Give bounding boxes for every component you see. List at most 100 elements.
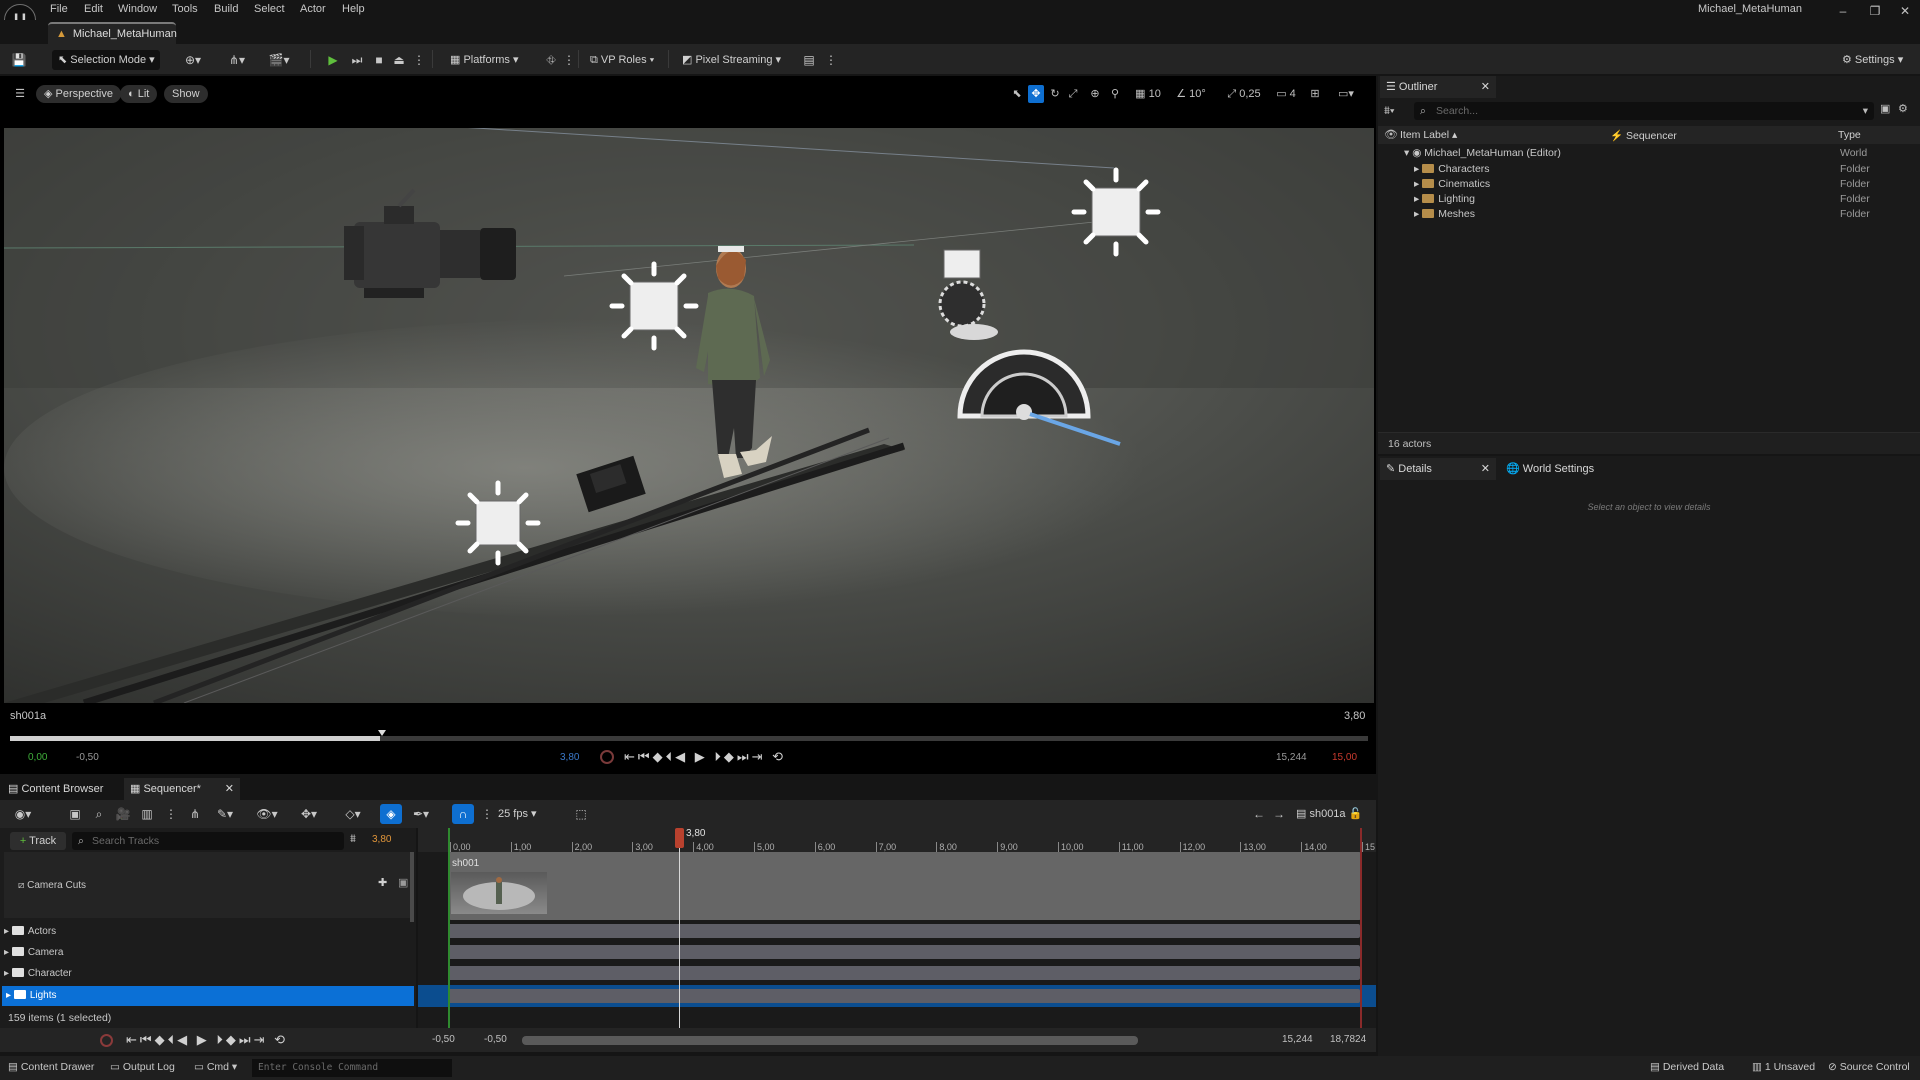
col-sequencer[interactable]: ⚡ Sequencer: [1610, 129, 1677, 142]
time-ruler[interactable]: [418, 828, 1376, 852]
key-icon[interactable]: ◆: [653, 749, 666, 764]
play-forward-icon[interactable]: ▶: [197, 1032, 210, 1047]
cmd-dropdown[interactable]: ▭ Cmd ▾: [194, 1061, 237, 1073]
track-actors[interactable]: ▸ Actors: [4, 922, 412, 942]
details-tab[interactable]: ✎ Details ✕: [1380, 458, 1496, 480]
world-settings-tab[interactable]: 🌐 World Settings: [1502, 458, 1594, 480]
go-end-icon[interactable]: ⏭: [737, 749, 752, 764]
character-bar[interactable]: [448, 966, 1360, 980]
scale-snap-button[interactable]: ⤢ 0,25: [1222, 85, 1266, 103]
lights-bar[interactable]: [448, 989, 1360, 1003]
outliner-row-world[interactable]: ▾ ◉ Michael_MetaHuman (Editor) World: [1378, 146, 1920, 161]
range-start[interactable]: -0,50: [432, 1034, 455, 1045]
track-scrollbar[interactable]: [410, 852, 414, 922]
outliner-row-meshes[interactable]: ▸ Meshes Folder: [1378, 207, 1920, 222]
outliner-row-lighting[interactable]: ▸ Lighting Folder: [1378, 192, 1920, 207]
range-end[interactable]: 18,7824: [1330, 1034, 1366, 1045]
menu-select[interactable]: Select: [254, 0, 285, 18]
step-forward-icon[interactable]: ⏵: [216, 1032, 226, 1047]
output-log-button[interactable]: ▭ Output Log: [110, 1061, 175, 1073]
playback-options-icon[interactable]: ✥▾: [298, 804, 320, 824]
key-icon[interactable]: ◆: [155, 1032, 168, 1047]
play-icon[interactable]: ▶: [322, 50, 344, 70]
blueprint-icon[interactable]: ⋔▾: [226, 50, 248, 70]
add-folder-icon[interactable]: ▣: [1880, 102, 1890, 115]
source-control-button[interactable]: ⊘ Source Control: [1828, 1061, 1910, 1073]
track-lights[interactable]: ▸ Lights: [2, 986, 414, 1006]
track-search-input[interactable]: ⌕ Search Tracks: [72, 832, 344, 850]
auto-key-icon[interactable]: ◈: [380, 804, 402, 824]
menu-actor[interactable]: Actor: [300, 0, 326, 18]
curve-editor-icon[interactable]: ⬚: [570, 804, 592, 824]
go-start-icon[interactable]: ⇤: [126, 1032, 140, 1047]
track-camera[interactable]: ▸ Camera: [4, 943, 412, 963]
sequencer-tab[interactable]: ▦ Sequencer* ✕: [124, 778, 240, 800]
outliner-search-input[interactable]: ⌕ Search... ▾: [1414, 102, 1874, 120]
scale-tool-icon[interactable]: ⤢: [1066, 85, 1080, 103]
more-seq-icon[interactable]: ⋮: [160, 804, 182, 824]
show-button[interactable]: Show: [164, 85, 208, 103]
curve-icon[interactable]: ✒▾: [410, 804, 432, 824]
toolbar-more-icon[interactable]: ⋮: [820, 50, 842, 70]
step-icon[interactable]: ⏭: [346, 50, 368, 70]
derived-data-button[interactable]: ▤ Derived Data: [1650, 1061, 1724, 1073]
record-icon[interactable]: [100, 1034, 113, 1047]
lit-button[interactable]: ◐ Lit: [120, 85, 158, 103]
surface-snap-icon[interactable]: ⚲: [1108, 85, 1122, 103]
range-end-view[interactable]: 15,244: [1282, 1034, 1313, 1045]
next-key-icon[interactable]: ◆: [226, 1032, 239, 1047]
filter-icon[interactable]: ⩩▾: [1384, 102, 1410, 120]
rotate-tool-icon[interactable]: ↻: [1048, 85, 1062, 103]
add-actor-icon[interactable]: ⊕▾: [182, 50, 204, 70]
key-options-icon[interactable]: ◇▾: [342, 804, 364, 824]
more-options-icon[interactable]: ⋮: [558, 50, 580, 70]
restore-icon[interactable]: ❐: [1860, 2, 1890, 20]
playback-controls[interactable]: ⇤⏮◆⏴◀ ▶ ⏵◆⏭⇥ ⟲: [624, 749, 786, 765]
viewport-layout-icon[interactable]: ▭▾: [1328, 85, 1364, 103]
edit-tools-icon[interactable]: ✎▾: [214, 804, 236, 824]
add-track-button[interactable]: + Track: [10, 832, 66, 850]
menu-file[interactable]: File: [50, 0, 68, 18]
expand-arrow-icon[interactable]: ▸: [1414, 178, 1422, 190]
close-window-icon[interactable]: ✕: [1890, 2, 1920, 20]
content-drawer-button[interactable]: ▤ Content Drawer: [8, 1061, 94, 1073]
expand-arrow-icon[interactable]: ▸: [4, 968, 12, 979]
expand-arrow-icon[interactable]: ▸: [4, 947, 12, 958]
add-camera-cut-icon[interactable]: ✚: [378, 876, 387, 889]
expand-arrow-icon[interactable]: ▸: [1414, 193, 1422, 205]
outliner-row-cinematics[interactable]: ▸ Cinematics Folder: [1378, 177, 1920, 192]
menu-edit[interactable]: Edit: [84, 0, 103, 18]
step-forward-icon[interactable]: ⏵: [714, 749, 724, 764]
snap-magnet-icon[interactable]: ∩: [452, 804, 474, 824]
select-tool-icon[interactable]: ⬉: [1010, 85, 1024, 103]
sequencer-playback-controls[interactable]: ⇤⏮◆⏴◀ ▶ ⏵◆⏭⇥ ⟲: [126, 1032, 288, 1048]
prev-key-icon[interactable]: ⏮: [140, 1032, 155, 1047]
current-time-field[interactable]: 3,80: [372, 834, 391, 845]
menu-window[interactable]: Window: [118, 0, 157, 18]
camera-lock-icon[interactable]: ▣: [398, 876, 408, 889]
render-movie-icon[interactable]: 🎥: [112, 804, 134, 824]
menu-help[interactable]: Help: [342, 0, 365, 18]
menu-tools[interactable]: Tools: [172, 0, 198, 18]
close-details-icon[interactable]: ✕: [1481, 458, 1490, 480]
cinematics-icon[interactable]: 🎬▾: [268, 50, 290, 70]
start-marker[interactable]: [448, 828, 450, 1028]
go-end-icon[interactable]: ⏭: [239, 1032, 254, 1047]
selection-mode-dropdown[interactable]: ⬉ Selection Mode ▾: [52, 50, 160, 70]
console-input[interactable]: Enter Console Command: [252, 1059, 452, 1077]
pixel-streaming-button[interactable]: ◩ Pixel Streaming ▾: [682, 50, 781, 70]
world-space-icon[interactable]: ⊕: [1088, 85, 1102, 103]
view-options-icon[interactable]: 👁▾: [256, 804, 278, 824]
snap-options-icon[interactable]: ⋮: [476, 804, 498, 824]
play-options-icon[interactable]: ⋮: [408, 50, 430, 70]
perspective-button[interactable]: ◈ Perspective: [36, 85, 121, 103]
prev-key-icon[interactable]: ⏮: [638, 749, 653, 764]
loop-icon[interactable]: ⇥ ⟲: [752, 749, 786, 764]
back-arrow-icon[interactable]: ←: [1248, 804, 1270, 824]
play-reverse-icon[interactable]: ◀: [177, 1032, 190, 1047]
vp-roles-button[interactable]: ⧉ VP Roles ▾: [590, 50, 654, 70]
scrub-playhead-marker[interactable]: [378, 730, 386, 736]
find-asset-icon[interactable]: ⌕: [88, 804, 110, 824]
translate-tool-icon[interactable]: ✥: [1028, 85, 1044, 103]
collapse-arrow-icon[interactable]: ▾: [1404, 147, 1412, 159]
